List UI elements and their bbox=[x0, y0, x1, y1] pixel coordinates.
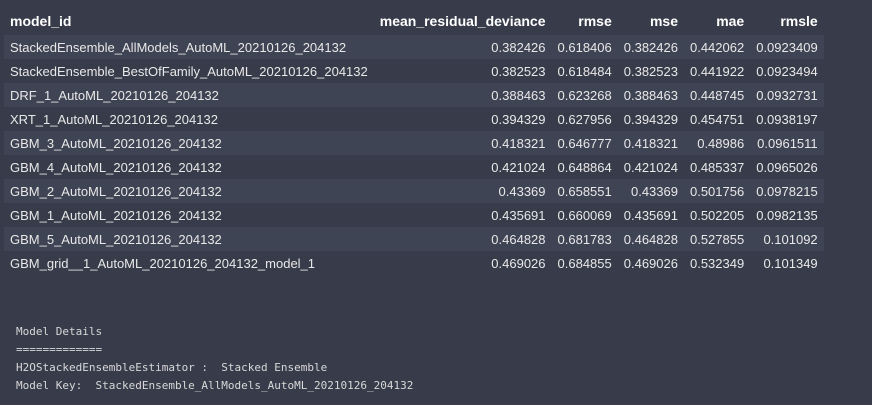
output-line: Model Details bbox=[16, 325, 103, 338]
table-row: StackedEnsemble_BestOfFamily_AutoML_2021… bbox=[4, 59, 824, 83]
cell-mean-residual-deviance: 0.43369 bbox=[373, 179, 552, 203]
table-row: StackedEnsemble_AllModels_AutoML_2021012… bbox=[4, 35, 824, 59]
output-line: ============= bbox=[16, 343, 103, 356]
cell-model-id: DRF_1_AutoML_20210126_204132 bbox=[4, 83, 374, 107]
cell-mean-residual-deviance: 0.418321 bbox=[373, 131, 552, 155]
cell-mae: 0.441922 bbox=[683, 59, 751, 83]
cell-rmsle: 0.0923494 bbox=[750, 59, 824, 83]
cell-mse: 0.382523 bbox=[617, 59, 684, 83]
cell-mean-residual-deviance: 0.394329 bbox=[373, 107, 552, 131]
cell-rmsle: 0.0982135 bbox=[750, 203, 824, 227]
column-header-rmse: rmse bbox=[551, 7, 618, 35]
cell-rmse: 0.648864 bbox=[551, 155, 618, 179]
cell-rmsle: 0.0932731 bbox=[750, 83, 824, 107]
cell-rmsle: 0.0978215 bbox=[750, 179, 824, 203]
column-header-model-id: model_id bbox=[4, 7, 374, 35]
table-row: GBM_3_AutoML_20210126_204132 0.418321 0.64… bbox=[4, 131, 824, 155]
cell-rmsle: 0.0938197 bbox=[750, 107, 824, 131]
cell-mae: 0.48986 bbox=[683, 131, 751, 155]
table-header-row: model_id mean_residual_deviance rmse mse… bbox=[4, 7, 824, 35]
cell-rmsle: 0.101349 bbox=[750, 251, 824, 275]
cell-rmse: 0.660069 bbox=[551, 203, 618, 227]
cell-mean-residual-deviance: 0.382523 bbox=[373, 59, 552, 83]
table-row: GBM_4_AutoML_20210126_204132 0.421024 0.64… bbox=[4, 155, 824, 179]
table-row: GBM_1_AutoML_20210126_204132 0.435691 0.66… bbox=[4, 203, 824, 227]
cell-mean-residual-deviance: 0.421024 bbox=[373, 155, 552, 179]
model-details-output: Model Details ============= H2OStackedEnse… bbox=[16, 323, 413, 395]
cell-rmse: 0.623268 bbox=[551, 83, 618, 107]
cell-mae: 0.485337 bbox=[683, 155, 751, 179]
cell-mae: 0.532349 bbox=[683, 251, 751, 275]
column-header-mse: mse bbox=[617, 7, 684, 35]
cell-mse: 0.418321 bbox=[617, 131, 684, 155]
cell-rmsle: 0.0965026 bbox=[750, 155, 824, 179]
cell-rmsle: 0.0961511 bbox=[750, 131, 824, 155]
leaderboard-table: model_id mean_residual_deviance rmse mse… bbox=[4, 7, 824, 275]
cell-mse: 0.464828 bbox=[617, 227, 684, 251]
cell-rmse: 0.684855 bbox=[551, 251, 618, 275]
cell-mae: 0.442062 bbox=[683, 35, 751, 59]
cell-model-id: GBM_grid__1_AutoML_20210126_204132_model… bbox=[4, 251, 374, 275]
cell-mae: 0.501756 bbox=[683, 179, 751, 203]
cell-mean-residual-deviance: 0.469026 bbox=[373, 251, 552, 275]
cell-mae: 0.454751 bbox=[683, 107, 751, 131]
cell-mse: 0.469026 bbox=[617, 251, 684, 275]
cell-mae: 0.527855 bbox=[683, 227, 751, 251]
cell-mse: 0.43369 bbox=[617, 179, 684, 203]
table-row: GBM_grid__1_AutoML_20210126_204132_model… bbox=[4, 251, 824, 275]
table-row: GBM_5_AutoML_20210126_204132 0.464828 0.68… bbox=[4, 227, 824, 251]
cell-mse: 0.435691 bbox=[617, 203, 684, 227]
cell-rmse: 0.681783 bbox=[551, 227, 618, 251]
column-header-mean-residual-deviance: mean_residual_deviance bbox=[373, 7, 552, 35]
column-header-mae: mae bbox=[683, 7, 751, 35]
cell-mean-residual-deviance: 0.464828 bbox=[373, 227, 552, 251]
cell-model-id: GBM_1_AutoML_20210126_204132 bbox=[4, 203, 374, 227]
cell-rmse: 0.646777 bbox=[551, 131, 618, 155]
table-body: StackedEnsemble_AllModels_AutoML_2021012… bbox=[4, 35, 824, 275]
cell-rmse: 0.618484 bbox=[551, 59, 618, 83]
output-line: Model Key: StackedEnsemble_AllModels_Aut… bbox=[16, 379, 414, 392]
table-row: GBM_2_AutoML_20210126_204132 0.43369 0.658… bbox=[4, 179, 824, 203]
cell-mae: 0.448745 bbox=[683, 83, 751, 107]
column-header-rmsle: rmsle bbox=[750, 7, 824, 35]
cell-rmsle: 0.101092 bbox=[750, 227, 824, 251]
cell-model-id: StackedEnsemble_BestOfFamily_AutoML_2021… bbox=[4, 59, 374, 83]
output-line: H2OStackedEnsembleEstimator : Stacked En… bbox=[16, 361, 328, 374]
cell-model-id: StackedEnsemble_AllModels_AutoML_2021012… bbox=[4, 35, 374, 59]
table-row: XRT_1_AutoML_20210126_204132 0.394329 0.62… bbox=[4, 107, 824, 131]
cell-rmse: 0.618406 bbox=[551, 35, 618, 59]
cell-model-id: GBM_5_AutoML_20210126_204132 bbox=[4, 227, 374, 251]
cell-rmsle: 0.0923409 bbox=[750, 35, 824, 59]
cell-model-id: XRT_1_AutoML_20210126_204132 bbox=[4, 107, 374, 131]
cell-model-id: GBM_3_AutoML_20210126_204132 bbox=[4, 131, 374, 155]
cell-mean-residual-deviance: 0.435691 bbox=[373, 203, 552, 227]
cell-mse: 0.382426 bbox=[617, 35, 684, 59]
cell-mse: 0.421024 bbox=[617, 155, 684, 179]
cell-mean-residual-deviance: 0.388463 bbox=[373, 83, 552, 107]
cell-mean-residual-deviance: 0.382426 bbox=[373, 35, 552, 59]
cell-mse: 0.388463 bbox=[617, 83, 684, 107]
cell-rmse: 0.658551 bbox=[551, 179, 618, 203]
cell-mae: 0.502205 bbox=[683, 203, 751, 227]
cell-rmse: 0.627956 bbox=[551, 107, 618, 131]
table-row: DRF_1_AutoML_20210126_204132 0.388463 0.62… bbox=[4, 83, 824, 107]
cell-model-id: GBM_2_AutoML_20210126_204132 bbox=[4, 179, 374, 203]
cell-model-id: GBM_4_AutoML_20210126_204132 bbox=[4, 155, 374, 179]
cell-mse: 0.394329 bbox=[617, 107, 684, 131]
